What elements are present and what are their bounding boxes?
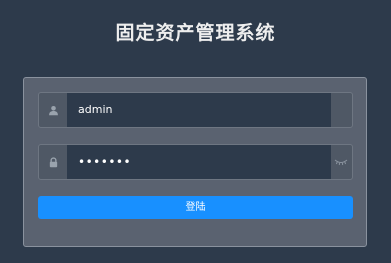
login-button[interactable]: 登陆 <box>38 196 353 219</box>
password-field[interactable]: ••••••• <box>38 144 353 180</box>
username-field[interactable]: admin <box>38 92 353 128</box>
user-icon <box>39 93 67 127</box>
page-title: 固定资产管理系统 <box>115 22 276 44</box>
login-panel: admin ••••••• 登陆 <box>23 77 367 247</box>
lock-icon <box>39 145 67 179</box>
eye-closed-icon[interactable] <box>330 145 352 179</box>
username-input[interactable]: admin <box>67 93 331 127</box>
password-input[interactable]: ••••••• <box>67 145 331 179</box>
